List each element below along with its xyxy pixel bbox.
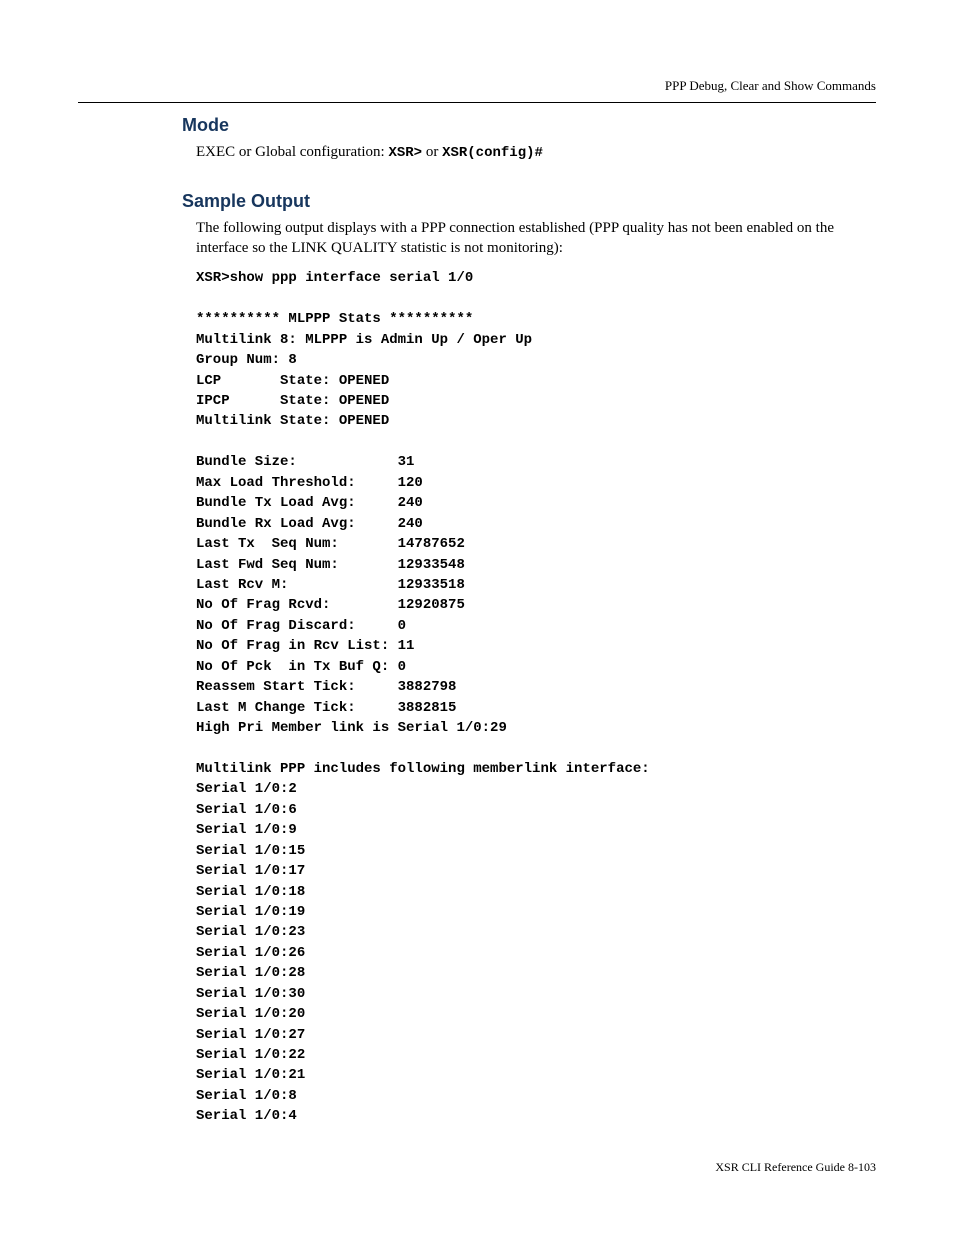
mode-text-prefix: EXEC or Global configuration: <box>196 144 388 160</box>
running-header: PPP Debug, Clear and Show Commands <box>78 78 876 94</box>
mode-joiner: or <box>426 144 442 160</box>
sample-output-intro: The following output displays with a PPP… <box>196 218 876 259</box>
mode-body: EXEC or Global configuration: XSR> or XS… <box>196 142 876 163</box>
mode-code-2: XSR(config)# <box>442 145 543 161</box>
page-footer: XSR CLI Reference Guide 8-103 <box>715 1160 876 1175</box>
mode-code-1: XSR> <box>388 145 422 161</box>
page: PPP Debug, Clear and Show Commands Mode … <box>0 0 954 1127</box>
sample-output-code: XSR>show ppp interface serial 1/0 ******… <box>196 268 876 1126</box>
header-rule <box>78 102 876 103</box>
section-heading-mode: Mode <box>182 115 876 136</box>
section-heading-sample-output: Sample Output <box>182 191 876 212</box>
